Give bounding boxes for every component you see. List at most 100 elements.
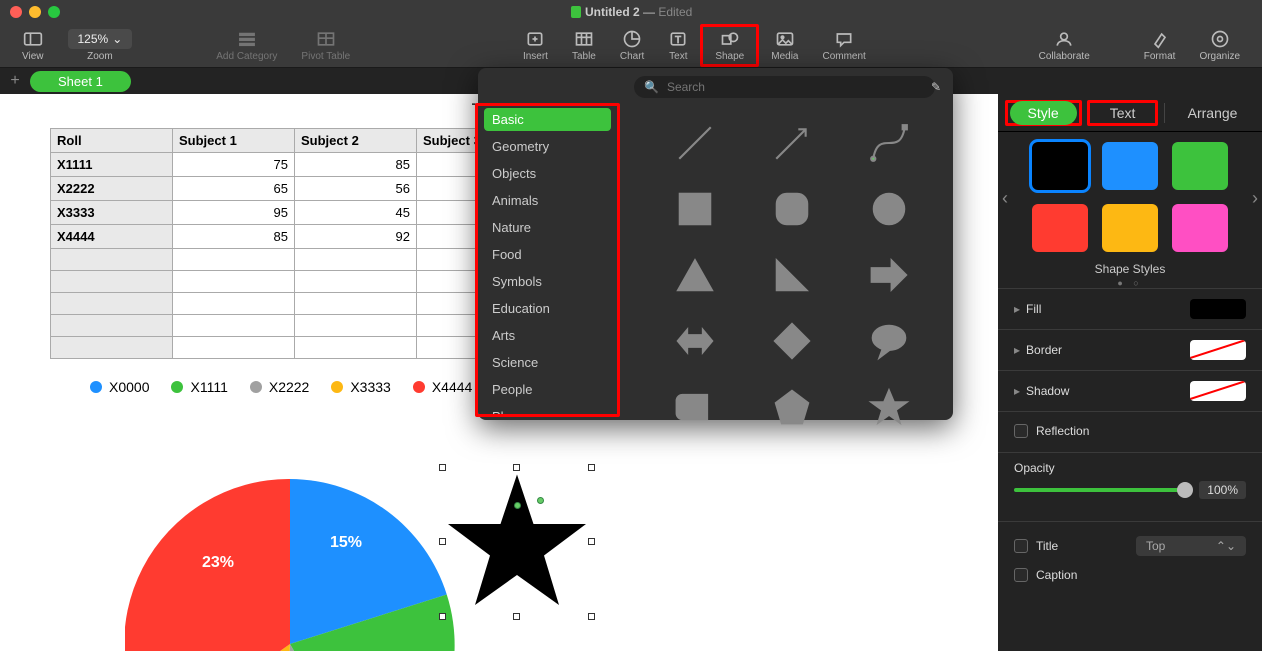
shape-right-triangle[interactable] — [745, 244, 838, 306]
shape-rounded-square[interactable] — [745, 178, 838, 240]
tab-style[interactable]: Style — [1010, 101, 1077, 125]
star-shape[interactable] — [442, 467, 592, 617]
shape-category-item[interactable]: Animals — [478, 187, 617, 214]
title-position-select[interactable]: Top⌃⌄ — [1136, 536, 1246, 556]
draw-shape-icon[interactable]: ✎ — [931, 80, 941, 94]
table-row: X11117585 — [51, 153, 539, 177]
fill-row[interactable]: Fill — [998, 288, 1262, 329]
table-row — [51, 337, 539, 359]
zoom-menu[interactable]: 125%⌄ Zoom — [56, 27, 145, 64]
shape-rounded-tab[interactable] — [648, 376, 741, 438]
add-sheet-button[interactable]: + — [0, 72, 30, 90]
shape-diamond[interactable] — [745, 310, 838, 372]
shape-curve[interactable] — [842, 112, 935, 174]
caption-checkbox[interactable] — [1014, 568, 1028, 582]
shape-category-item[interactable]: People — [478, 376, 617, 403]
pie-label: 23% — [202, 554, 234, 572]
shape-button[interactable]: Shape — [700, 24, 759, 67]
tab-text[interactable]: Text — [1092, 101, 1154, 125]
shape-search[interactable]: 🔍 — [634, 76, 935, 98]
table-row — [51, 315, 539, 337]
close-window-icon[interactable] — [10, 6, 22, 18]
media-button[interactable]: Media — [759, 27, 810, 64]
pivot-table-button[interactable]: Pivot Table — [289, 27, 362, 64]
opacity-label: Opacity — [1014, 461, 1246, 475]
caption-label: Caption — [1036, 568, 1077, 582]
svg-text:T: T — [675, 35, 681, 46]
format-button[interactable]: Format — [1132, 27, 1188, 64]
shape-category-item[interactable]: Geometry — [478, 133, 617, 160]
shape-double-arrow[interactable] — [648, 310, 741, 372]
opacity-value[interactable]: 100% — [1199, 481, 1246, 499]
data-table[interactable]: Roll Subject 1 Subject 2 Subject 3 X1111… — [50, 128, 539, 359]
col-header[interactable]: Roll — [51, 129, 173, 153]
col-header[interactable]: Subject 1 — [173, 129, 295, 153]
shape-style-swatches — [998, 142, 1262, 252]
shape-popover: 🔍 ✎ BasicGeometryObjectsAnimalsNatureFoo… — [478, 68, 953, 420]
tab-arrange[interactable]: Arrange — [1170, 101, 1256, 125]
shape-category-item[interactable]: Basic — [484, 108, 611, 131]
opacity-slider[interactable] — [1014, 488, 1191, 492]
style-swatch[interactable] — [1032, 204, 1088, 252]
pie-label: 15% — [330, 534, 362, 552]
reflection-label: Reflection — [1036, 424, 1089, 438]
style-swatch[interactable] — [1032, 142, 1088, 190]
title-checkbox[interactable] — [1014, 539, 1028, 553]
table-button[interactable]: Table — [560, 27, 608, 64]
insert-button[interactable]: Insert — [511, 27, 560, 64]
comment-button[interactable]: Comment — [810, 27, 877, 64]
sheet-tab[interactable]: Sheet 1 — [30, 71, 131, 92]
shape-triangle[interactable] — [648, 244, 741, 306]
maximize-window-icon[interactable] — [48, 6, 60, 18]
text-button[interactable]: T Text — [656, 27, 700, 64]
style-swatch[interactable] — [1102, 142, 1158, 190]
shadow-color-well[interactable] — [1190, 381, 1246, 401]
add-category-button[interactable]: Add Category — [204, 27, 289, 64]
chart-button[interactable]: Chart — [608, 27, 656, 64]
table-row — [51, 293, 539, 315]
shape-category-item[interactable]: Food — [478, 241, 617, 268]
organize-button[interactable]: Organize — [1187, 27, 1252, 64]
view-button[interactable]: View — [10, 27, 56, 64]
inspector-tabs: Style Text Arrange — [998, 94, 1262, 132]
shape-category-item[interactable]: Science — [478, 349, 617, 376]
collaborate-button[interactable]: Collaborate — [1027, 27, 1102, 64]
search-input[interactable] — [665, 79, 925, 95]
style-swatch[interactable] — [1172, 204, 1228, 252]
search-icon: 🔍 — [644, 80, 659, 94]
shape-category-list: BasicGeometryObjectsAnimalsNatureFoodSym… — [475, 103, 620, 417]
border-row[interactable]: Border — [998, 329, 1262, 370]
shape-styles-label: Shape Styles — [998, 262, 1262, 276]
toolbar: View 125%⌄ Zoom Add Category Pivot Table… — [0, 24, 1262, 68]
shadow-row[interactable]: Shadow — [998, 370, 1262, 411]
shape-category-item[interactable]: Symbols — [478, 268, 617, 295]
shape-speech-bubble[interactable] — [842, 310, 935, 372]
col-header[interactable]: Subject 2 — [295, 129, 417, 153]
border-color-well[interactable] — [1190, 340, 1246, 360]
style-swatch[interactable] — [1172, 142, 1228, 190]
shape-star[interactable] — [842, 376, 935, 438]
shape-category-item[interactable]: Education — [478, 295, 617, 322]
pie-chart[interactable]: 15% 20% 23% — [125, 479, 455, 651]
table-row: X22226556 — [51, 177, 539, 201]
shape-category-item[interactable]: Objects — [478, 160, 617, 187]
shape-line[interactable] — [648, 112, 741, 174]
shape-category-item[interactable]: Nature — [478, 214, 617, 241]
shape-arrow-line[interactable] — [745, 112, 838, 174]
fill-color-well[interactable] — [1190, 299, 1246, 319]
shape-category-item[interactable]: Arts — [478, 322, 617, 349]
document-title: Untitled 2 — Edited — [0, 5, 1262, 19]
style-swatch[interactable] — [1102, 204, 1158, 252]
shape-circle[interactable] — [842, 178, 935, 240]
minimize-window-icon[interactable] — [29, 6, 41, 18]
shape-grid — [620, 106, 953, 414]
format-inspector: Style Text Arrange ‹ › Shape Styles ● ○ … — [998, 94, 1262, 651]
shape-arrow[interactable] — [842, 244, 935, 306]
prev-style-icon[interactable]: ‹ — [1002, 188, 1008, 209]
reflection-checkbox[interactable] — [1014, 424, 1028, 438]
shape-category-item[interactable]: Places — [478, 403, 617, 417]
next-style-icon[interactable]: › — [1252, 188, 1258, 209]
chevron-down-icon: ⌄ — [112, 32, 122, 46]
shape-square[interactable] — [648, 178, 741, 240]
shape-pentagon[interactable] — [745, 376, 838, 438]
